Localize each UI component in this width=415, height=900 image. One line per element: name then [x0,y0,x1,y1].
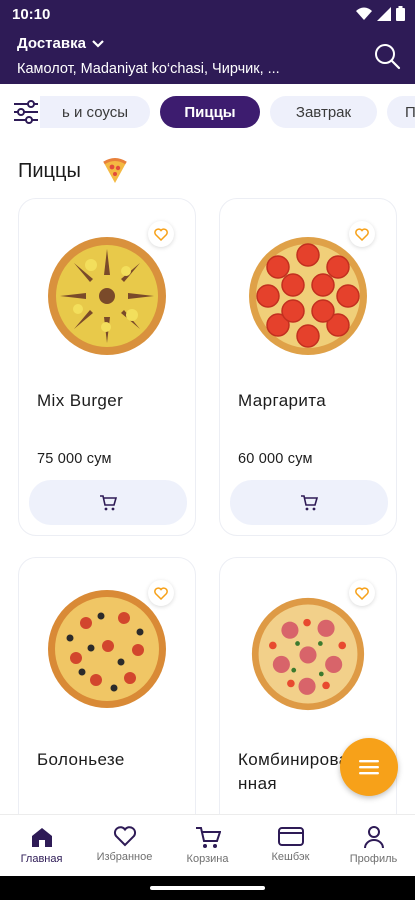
nav-label: Избранное [96,851,153,863]
app-header: 10:10 Доставка Камолот, Madaniyat ko‘cha… [0,0,415,84]
nav-item-home[interactable]: Главная [0,815,83,876]
nav-item-profile[interactable]: Профиль [332,815,415,876]
menu-icon [359,760,379,775]
delivery-selector[interactable]: Доставка [17,35,104,52]
nav-item-favorites[interactable]: Избранное [83,815,166,876]
user-icon [363,826,384,849]
product-card[interactable]: Маргарита 60 000 сум [219,198,397,536]
pizza-slice-icon [103,158,127,183]
product-name: Болоньезе [37,750,125,769]
category-bar: ь и соусы Пиццы Завтрак П [0,90,415,134]
cart-plus-icon [301,495,318,511]
product-card[interactable]: Mix Burger 75 000 сум [18,198,196,536]
card-icon [277,827,304,846]
section-title: Пиццы [18,159,81,182]
status-bar: 10:10 [0,0,415,28]
category-label: ь и соусы [62,103,128,121]
nav-item-cashback[interactable]: Кешбэк [249,815,332,876]
category-chip[interactable]: ь и соусы [40,96,150,128]
pizza-image [249,237,367,355]
product-card[interactable]: Болоньезе [18,557,196,837]
signal-icon [377,6,391,21]
category-label: Пиццы [184,103,236,121]
add-to-cart-button[interactable] [29,480,187,525]
pizza-image [48,237,166,355]
delivery-address[interactable]: Камолот, Madaniyat ko‘chasi, Чирчик, ... [17,61,362,77]
nav-item-cart[interactable]: Корзина [166,815,249,876]
category-label: П [405,103,415,121]
nav-label: Профиль [349,853,398,865]
battery-icon [396,6,405,21]
bottom-navigation: Главная Избранное Корзина Кешбэк Профиль [0,814,415,876]
product-price: 60 000 сум [238,451,313,467]
home-icon [31,828,52,847]
add-to-cart-button[interactable] [230,480,388,525]
home-indicator[interactable] [150,886,265,890]
chevron-down-icon [92,39,104,48]
status-time: 10:10 [12,6,51,23]
system-gesture-bar [0,876,415,900]
nav-label: Кешбэк [271,851,310,863]
pizza-image [251,597,365,711]
category-chip[interactable]: Завтрак [270,96,377,128]
product-name: Mix Burger [37,391,124,410]
menu-fab-button[interactable] [340,738,398,796]
search-icon[interactable] [373,42,401,70]
heart-icon [113,826,136,847]
cart-plus-icon [100,495,117,511]
nav-label: Корзина [186,853,229,865]
status-icons [356,6,405,21]
category-chip-active[interactable]: Пиццы [160,96,260,128]
product-name: Комбинированная [238,750,349,793]
cart-icon [195,827,221,848]
category-chip[interactable]: П [387,96,415,128]
nav-label: Главная [20,853,63,865]
wifi-icon [356,7,372,20]
delivery-label: Доставка [17,35,86,52]
product-price: 75 000 сум [37,451,112,467]
filter-icon[interactable] [12,100,40,124]
category-label: Завтрак [295,103,352,121]
section-heading: Пиццы [18,157,129,185]
pizza-image [48,590,166,708]
product-name: Маргарита [238,391,327,410]
